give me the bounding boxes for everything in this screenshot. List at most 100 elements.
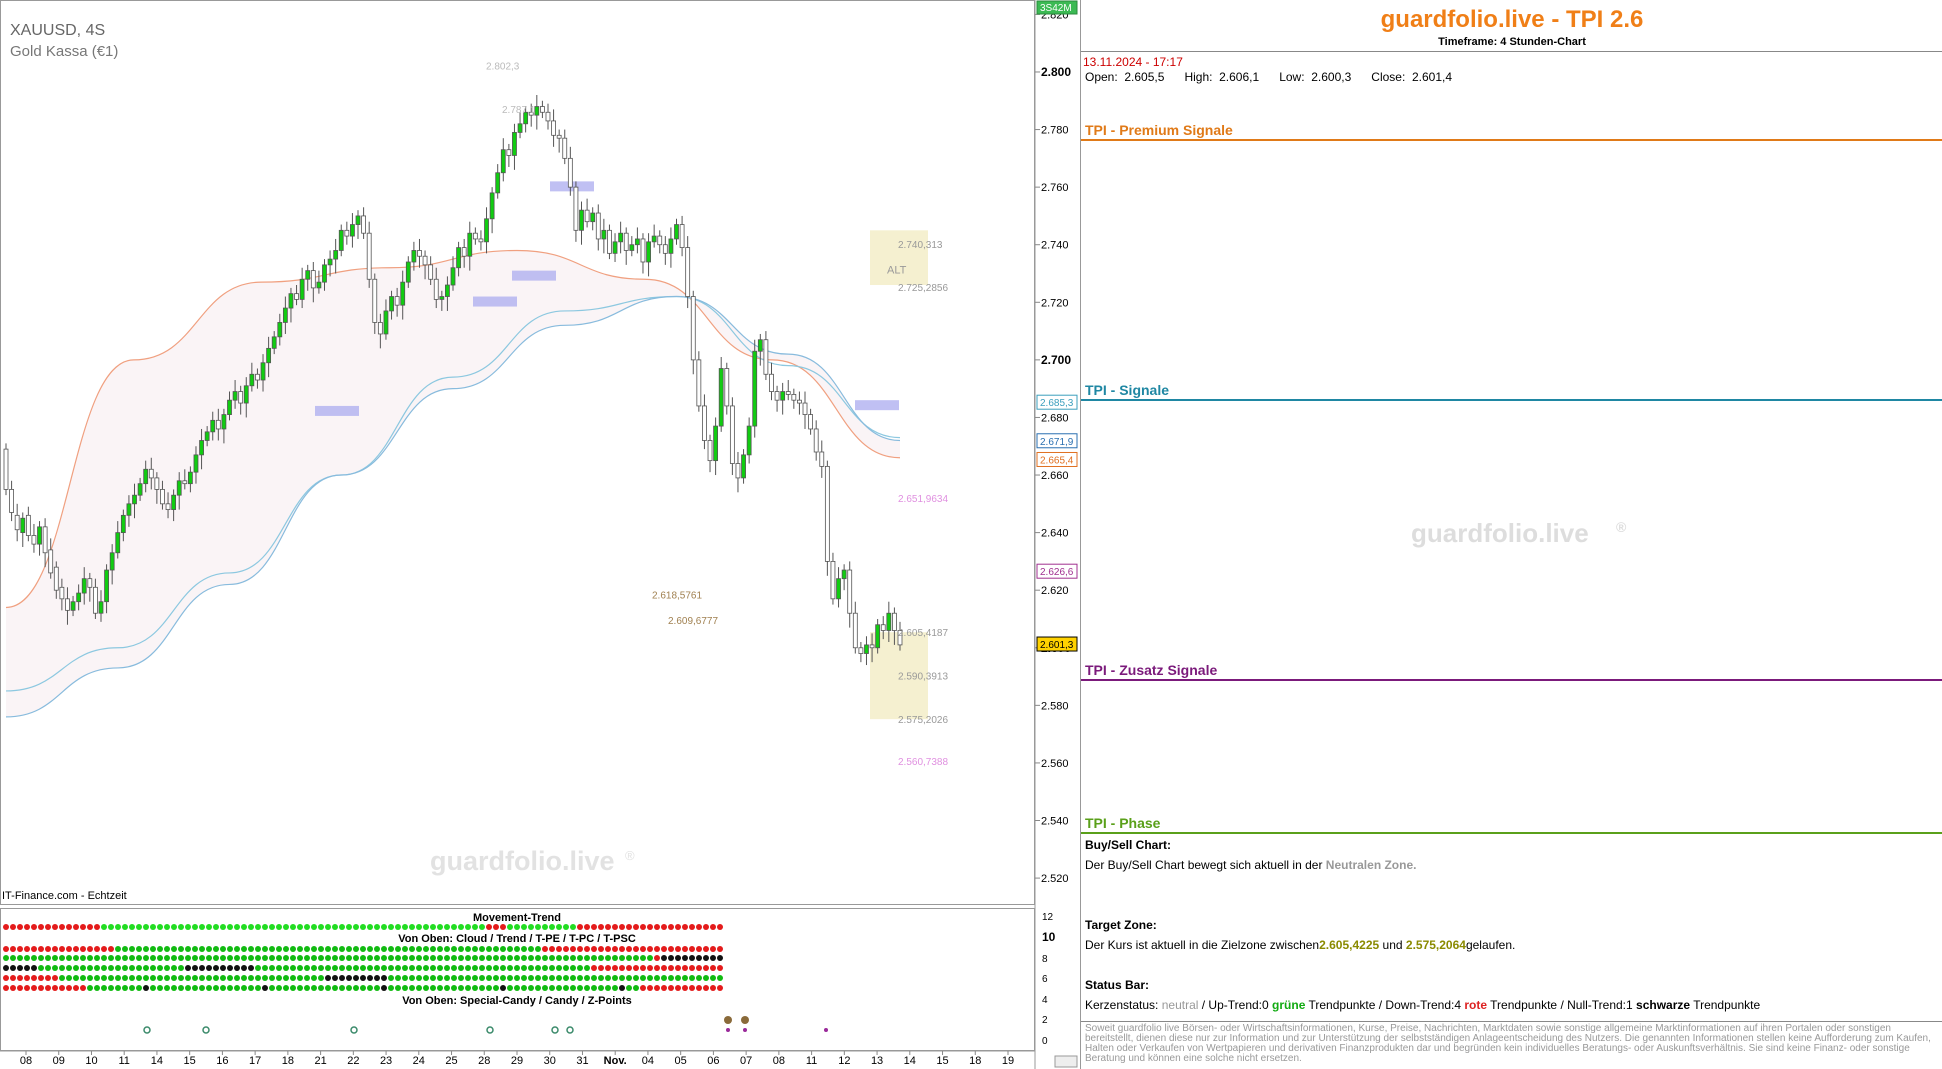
section-premium: TPI - Premium Signale	[1085, 122, 1233, 138]
open-value: 2.605,5	[1124, 70, 1165, 84]
tpsc-dot	[458, 985, 464, 991]
tpc-dot	[423, 975, 429, 981]
candle-body	[400, 281, 406, 306]
tpsc-dot	[465, 985, 471, 991]
tpc-dot	[283, 975, 289, 981]
candle-body	[623, 232, 629, 251]
signal-box	[473, 296, 517, 307]
tpsc-dot	[10, 985, 16, 991]
status-c: Trendpunkte / Down-Trend:4	[1308, 998, 1462, 1012]
candle-body	[830, 561, 836, 600]
movement-dot	[192, 924, 198, 930]
cloud-dot	[381, 946, 387, 952]
cloud-dot	[430, 946, 436, 952]
candle-body	[579, 209, 584, 231]
tpsc-dot	[395, 985, 401, 991]
status-rote: rote	[1464, 998, 1488, 1012]
x-tick-label: 16	[216, 1055, 228, 1067]
cloud-dot	[262, 946, 268, 952]
candle-body	[59, 586, 65, 600]
trend-dot	[521, 955, 527, 961]
cloud-dot	[234, 946, 240, 952]
x-tick-label: 10	[85, 1055, 97, 1067]
movement-dot	[185, 924, 191, 930]
movement-dot	[689, 924, 695, 930]
candle-body	[137, 483, 143, 496]
tpc-dot	[717, 975, 723, 981]
cloud-dot	[675, 946, 681, 952]
registered-icon: ®	[1616, 519, 1627, 535]
trend-dot	[647, 955, 653, 961]
tpsc-dot	[255, 985, 261, 991]
candle-body	[65, 598, 70, 611]
annotation-left: 2.802,3	[486, 61, 520, 72]
candle-body	[154, 477, 160, 490]
trend-dot	[325, 955, 331, 961]
candy-marker	[551, 1026, 559, 1034]
tpsc-dot	[542, 985, 548, 991]
candle-body	[422, 255, 428, 266]
tpc-dot	[339, 975, 345, 981]
candy-marker	[486, 1026, 494, 1034]
y-tick-label: 2.680	[1041, 412, 1069, 424]
tpe-dot	[150, 965, 156, 971]
tpc-dot	[374, 975, 380, 981]
chart-watermark: guardfolio.live	[430, 846, 615, 876]
candle-body	[819, 451, 825, 467]
tpc-dot	[213, 975, 219, 981]
tpc-dot	[479, 975, 485, 981]
candle-body	[53, 566, 59, 591]
indicator-axis-label: 0	[1042, 1036, 1048, 1047]
tpc-dot	[416, 975, 422, 981]
y-tick-label: 2.640	[1041, 528, 1069, 540]
trend-dot	[59, 955, 65, 961]
movement-dot	[157, 924, 163, 930]
tpsc-dot	[171, 985, 177, 991]
cloud-dot	[472, 946, 478, 952]
tpe-dot	[556, 965, 562, 971]
tpc-dot	[591, 975, 597, 981]
cloud-dot	[66, 946, 72, 952]
status-schwarze: schwarze	[1636, 998, 1691, 1012]
tpe-dot	[402, 965, 408, 971]
movement-dot	[696, 924, 702, 930]
tpsc-dot	[598, 985, 604, 991]
tpe-dot	[444, 965, 450, 971]
cloud-dot	[171, 946, 177, 952]
trend-dot	[234, 955, 240, 961]
tpsc-dot	[213, 985, 219, 991]
tpsc-dot	[640, 985, 646, 991]
candle-body	[869, 644, 875, 649]
cloud-dot	[514, 946, 520, 952]
trend-dot	[87, 955, 93, 961]
trend-dot	[339, 955, 345, 961]
tpc-dot	[59, 975, 65, 981]
tpc-dot	[178, 975, 184, 981]
movement-dot	[458, 924, 464, 930]
candle-body	[461, 247, 467, 257]
cloud-dot	[521, 946, 527, 952]
tpsc-dot	[682, 985, 688, 991]
cloud-dot	[3, 946, 9, 952]
movement-dot	[605, 924, 611, 930]
movement-dot	[129, 924, 135, 930]
trend-dot	[171, 955, 177, 961]
x-tick-label: 14	[151, 1055, 163, 1067]
candle-body	[333, 250, 339, 260]
cloud-dot	[283, 946, 289, 952]
tpc-dot	[521, 975, 527, 981]
candle-body	[377, 322, 383, 335]
tpe-dot	[178, 965, 184, 971]
cloud-dot	[549, 946, 555, 952]
tpc-dot	[409, 975, 415, 981]
x-tick-label: 07	[740, 1055, 752, 1067]
cloud-dot	[164, 946, 170, 952]
tpe-dot	[416, 965, 422, 971]
trend-dot	[493, 955, 499, 961]
y-tick-label: 2.620	[1041, 585, 1069, 597]
candle-body	[651, 235, 657, 243]
price-chart[interactable]: guardfolio.live ®2.8202.8002.7802.7602.74…	[0, 0, 1080, 1069]
movement-dot	[493, 924, 499, 930]
candle-body	[875, 624, 881, 649]
trend-dot	[430, 955, 436, 961]
